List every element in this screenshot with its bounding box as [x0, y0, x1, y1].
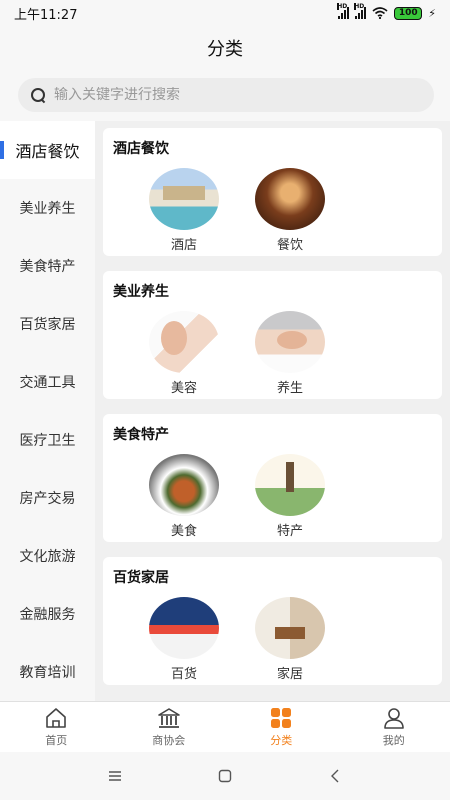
- section-card-food-specialty: 美食特产 美食 特产: [103, 414, 442, 542]
- home-button-icon[interactable]: [205, 761, 245, 791]
- category-dining[interactable]: 餐饮: [237, 168, 343, 253]
- category-grid-icon: [271, 707, 292, 728]
- sidebar-item-label: 金融服务: [19, 607, 76, 623]
- section-title: 酒店餐饮: [113, 141, 169, 157]
- section-card-goods-home: 百货家居 百货 家居: [103, 557, 442, 685]
- tab-label: 首页: [45, 733, 68, 747]
- category-beauty[interactable]: 美容: [131, 311, 237, 396]
- category-label: 家居: [276, 667, 303, 682]
- sidebar-item-food-specialty[interactable]: 美食特产: [0, 237, 95, 295]
- specialty-image: [255, 454, 325, 516]
- search-icon: [30, 87, 46, 103]
- section-card-hotel-dining: 酒店餐饮 酒店 餐饮: [103, 128, 442, 256]
- bottom-tabbar: 首页 商协会 分类 我的: [0, 701, 450, 752]
- sidebar-item-medical[interactable]: 医疗卫生: [0, 411, 95, 469]
- search-input[interactable]: [54, 87, 414, 103]
- category-label: 百货: [170, 667, 197, 682]
- sidebar-item-label: 医疗卫生: [19, 433, 76, 449]
- category-hotel[interactable]: 酒店: [131, 168, 237, 253]
- tab-label: 分类: [270, 733, 293, 747]
- goods-image: [149, 597, 219, 659]
- search-bar[interactable]: [18, 78, 434, 112]
- category-label: 美容: [170, 381, 197, 396]
- tab-profile[interactable]: 我的: [338, 702, 450, 752]
- sidebar-item-real-estate[interactable]: 房产交易: [0, 469, 95, 527]
- sidebar-item-education[interactable]: 教育培训: [0, 643, 95, 701]
- category-wellness[interactable]: 养生: [237, 311, 343, 396]
- sidebar-item-label: 教育培训: [19, 665, 76, 681]
- sidebar-item-finance[interactable]: 金融服务: [0, 585, 95, 643]
- menu-icon[interactable]: [95, 761, 135, 791]
- section-title: 百货家居: [113, 570, 169, 586]
- status-bar: 上午11:27 HD HD 100 ⚡: [0, 0, 450, 26]
- sidebar-item-beauty-wellness[interactable]: 美业养生: [0, 179, 95, 237]
- category-specialty[interactable]: 特产: [237, 454, 343, 539]
- page-header: 分类: [0, 26, 450, 70]
- status-time: 上午11:27: [14, 7, 78, 23]
- category-sidebar: 酒店餐饮 美业养生 美食特产 百货家居 交通工具 医疗卫生 房产交易 文化旅游 …: [0, 121, 95, 701]
- sidebar-item-label: 美业养生: [19, 201, 76, 217]
- tab-association[interactable]: 商协会: [113, 702, 226, 752]
- dining-image: [255, 168, 325, 230]
- hotel-image: [149, 168, 219, 230]
- tab-label: 商协会: [152, 733, 186, 747]
- wifi-icon: [372, 7, 388, 19]
- sidebar-item-hotel-dining[interactable]: 酒店餐饮: [0, 121, 95, 179]
- sidebar-item-label: 房产交易: [19, 491, 76, 507]
- battery-icon: 100: [394, 6, 423, 20]
- wellness-image: [255, 311, 325, 373]
- category-content: 酒店餐饮 酒店 餐饮 美业养生 美容 养生 美食特产 美食 特产 百货家居 百货…: [95, 121, 450, 701]
- sidebar-item-label: 交通工具: [19, 375, 76, 391]
- category-label: 餐饮: [276, 238, 303, 253]
- battery-level: 100: [398, 8, 418, 18]
- user-icon: [383, 707, 404, 729]
- home-image: [255, 597, 325, 659]
- institution-icon: [157, 707, 180, 728]
- signal-icon: HD: [337, 3, 350, 19]
- sidebar-item-label: 酒店餐饮: [15, 142, 80, 161]
- sidebar-item-transport[interactable]: 交通工具: [0, 353, 95, 411]
- food-image: [149, 454, 219, 516]
- sidebar-item-label: 文化旅游: [19, 549, 76, 565]
- tab-label: 我的: [382, 733, 405, 747]
- category-goods[interactable]: 百货: [131, 597, 237, 682]
- home-icon: [46, 707, 67, 728]
- category-label: 养生: [276, 381, 303, 396]
- category-label: 酒店: [170, 238, 197, 253]
- back-icon[interactable]: [315, 761, 355, 791]
- sidebar-item-label: 百货家居: [19, 317, 76, 333]
- category-home[interactable]: 家居: [237, 597, 343, 682]
- hd-label-2: HD: [354, 3, 365, 10]
- sidebar-item-culture-tourism[interactable]: 文化旅游: [0, 527, 95, 585]
- sidebar-item-goods-home[interactable]: 百货家居: [0, 295, 95, 353]
- section-title: 美业养生: [113, 284, 169, 300]
- category-food[interactable]: 美食: [131, 454, 237, 539]
- beauty-image: [149, 311, 219, 373]
- section-card-beauty-wellness: 美业养生 美容 养生: [103, 271, 442, 399]
- tab-category[interactable]: 分类: [225, 702, 338, 752]
- hd-label: HD: [337, 3, 348, 10]
- sidebar-item-label: 美食特产: [19, 259, 76, 275]
- system-nav-bar: [0, 752, 450, 800]
- category-label: 美食: [170, 524, 197, 539]
- section-title: 美食特产: [113, 427, 169, 443]
- page-title: 分类: [207, 39, 243, 60]
- status-icons: HD HD 100 ⚡: [337, 3, 436, 20]
- tab-home[interactable]: 首页: [0, 702, 113, 752]
- category-label: 特产: [276, 524, 303, 539]
- charging-icon: ⚡: [428, 6, 436, 20]
- signal-icon-2: HD: [354, 3, 367, 19]
